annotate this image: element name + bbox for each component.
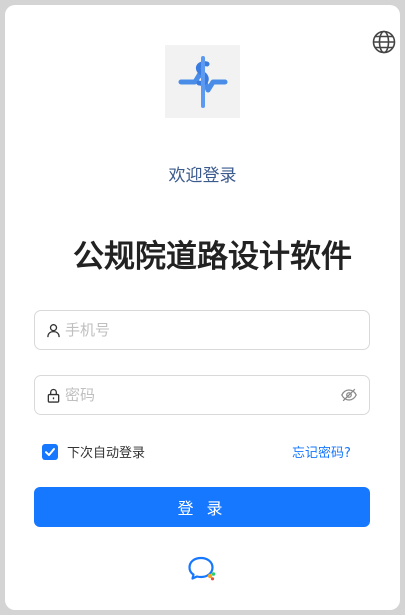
login-button[interactable]: 登 录 xyxy=(34,487,370,527)
remember-checkbox[interactable] xyxy=(42,443,58,460)
welcome-text: 欢迎登录 xyxy=(168,166,237,186)
language-button[interactable] xyxy=(371,29,397,55)
remember-me[interactable]: 下次自动登录 xyxy=(42,442,145,461)
check-icon xyxy=(45,447,55,456)
forgot-password-link[interactable]: 忘记密码? xyxy=(292,442,351,461)
password-input[interactable] xyxy=(65,376,339,414)
phone-field[interactable] xyxy=(34,310,370,350)
login-window: 欢迎登录 公规院道路设计软件 手机号 下次自动登录 忘记密码? 登 录 xyxy=(5,5,400,610)
user-icon xyxy=(45,322,61,338)
eye-off-icon[interactable] xyxy=(339,385,359,405)
remember-label: 下次自动登录 xyxy=(67,446,146,461)
password-field[interactable] xyxy=(34,375,370,415)
app-logo xyxy=(165,45,240,118)
chat-icon[interactable] xyxy=(187,555,217,583)
phone-input[interactable] xyxy=(65,311,369,349)
app-title: 公规院道路设计软件 xyxy=(73,239,352,275)
lock-icon xyxy=(45,387,61,403)
globe-icon xyxy=(372,30,396,54)
